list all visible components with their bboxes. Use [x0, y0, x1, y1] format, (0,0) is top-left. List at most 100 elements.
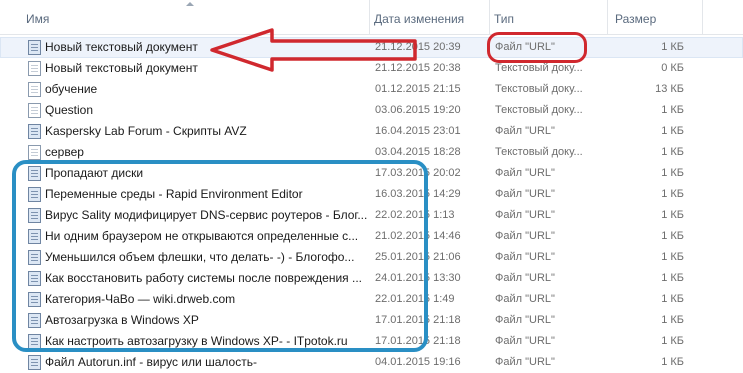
file-type: Файл "URL" [495, 251, 555, 263]
file-size: 13 КБ [655, 83, 684, 95]
url-file-icon [28, 355, 41, 370]
file-row[interactable]: Как восстановить работу системы после по… [0, 268, 743, 289]
file-size: 1 КБ [661, 188, 684, 200]
file-date: 24.01.2015 13:30 [375, 272, 461, 284]
file-row[interactable]: Пропадают диски 17.03.2015 20:02 Файл "URL… [0, 163, 743, 184]
url-file-icon [28, 271, 41, 286]
column-header-size[interactable]: Размер [611, 0, 701, 34]
file-row[interactable]: обучение 01.12.2015 21:15 Текстовый доку..… [0, 79, 743, 100]
column-header-name-label: Имя [26, 12, 50, 26]
column-divider[interactable] [702, 0, 703, 34]
file-date: 17.01.2015 21:18 [375, 335, 461, 347]
file-name: Пропадают диски [45, 166, 144, 180]
file-type: Файл "URL" [495, 41, 555, 53]
text-file-icon [28, 61, 41, 76]
file-type: Текстовый доку... [495, 62, 583, 74]
file-size: 1 КБ [661, 230, 684, 242]
file-size: 0 КБ [661, 62, 684, 74]
sort-ascending-icon [186, 2, 194, 6]
file-type: Файл "URL" [495, 314, 555, 326]
file-name: Как восстановить работу системы после по… [45, 271, 363, 285]
file-date: 22.01.2015 1:49 [375, 293, 455, 305]
text-file-icon [28, 145, 41, 160]
file-name: обучение [45, 82, 98, 96]
file-row[interactable]: Вирус Sality модифицирует DNS-сервис роу… [0, 205, 743, 226]
file-row[interactable]: Как настроить автозагрузку в Windows XP-… [0, 331, 743, 352]
file-date: 21.02.2015 14:46 [375, 230, 461, 242]
file-name: Kaspersky Lab Forum - Скрипты AVZ [45, 124, 247, 138]
file-name: Уменьшился объем флешки, что делать- -) … [45, 250, 355, 264]
file-name: Вирус Sality модифицирует DNS-сервис роу… [45, 208, 367, 222]
url-file-icon [28, 292, 41, 307]
file-name: Новый текстовый документ [45, 40, 198, 54]
url-file-icon [28, 187, 41, 202]
file-size: 1 КБ [661, 146, 684, 158]
file-date: 17.01.2015 21:18 [375, 314, 461, 326]
file-date: 21.12.2015 20:39 [375, 41, 461, 53]
file-type: Файл "URL" [495, 293, 555, 305]
column-header-bar: Имя Дата изменения Тип Размер [0, 0, 743, 35]
file-row[interactable]: Уменьшился объем флешки, что делать- -) … [0, 247, 743, 268]
file-row[interactable]: Новый текстовый документ 21.12.2015 20:38… [0, 58, 743, 79]
file-date: 21.12.2015 20:38 [375, 62, 461, 74]
file-name: Файл Autorun.inf - вирус или шалость- [45, 355, 257, 369]
file-size: 1 КБ [661, 356, 684, 368]
file-row[interactable]: Файл Autorun.inf - вирус или шалость- 04.… [0, 352, 743, 373]
file-type: Текстовый доку... [495, 83, 583, 95]
file-type: Файл "URL" [495, 272, 555, 284]
file-type: Файл "URL" [495, 125, 555, 137]
file-size: 1 КБ [661, 209, 684, 221]
file-row[interactable]: Ни одним браузером не открываются опреде… [0, 226, 743, 247]
file-size: 1 КБ [661, 251, 684, 263]
column-header-type[interactable]: Тип [490, 0, 606, 34]
column-header-name[interactable]: Имя [22, 0, 368, 34]
file-size: 1 КБ [661, 125, 684, 137]
file-type: Файл "URL" [495, 356, 555, 368]
file-date: 03.04.2015 18:28 [375, 146, 461, 158]
file-date: 22.02.2015 1:13 [375, 209, 455, 221]
file-row[interactable]: Переменные среды - Rapid Environment Edi… [0, 184, 743, 205]
url-file-icon [28, 334, 41, 349]
file-type: Файл "URL" [495, 188, 555, 200]
url-file-icon [28, 124, 41, 139]
file-row[interactable]: Kaspersky Lab Forum - Скрипты AVZ 16.04.2… [0, 121, 743, 142]
file-type: Файл "URL" [495, 230, 555, 242]
url-file-icon [28, 250, 41, 265]
file-size: 1 КБ [661, 272, 684, 284]
column-header-type-label: Тип [494, 12, 515, 26]
column-divider[interactable] [607, 0, 608, 34]
file-name: сервер [45, 145, 84, 159]
file-name: Категория-ЧаВо — wiki.drweb.com [45, 292, 236, 306]
column-header-size-label: Размер [615, 12, 657, 26]
file-size: 1 КБ [661, 167, 684, 179]
file-date: 03.06.2015 19:20 [375, 104, 461, 116]
column-header-date[interactable]: Дата изменения [370, 0, 488, 34]
file-name: Как настроить автозагрузку в Windows XP-… [45, 334, 348, 348]
file-row[interactable]: Новый текстовый документ 21.12.2015 20:39… [0, 37, 743, 58]
text-file-icon [28, 103, 41, 118]
file-row[interactable]: Автозагрузка в Windows XP 17.01.2015 21:1… [0, 310, 743, 331]
file-row[interactable]: Категория-ЧаВо — wiki.drweb.com 22.01.201… [0, 289, 743, 310]
file-date: 25.01.2015 21:06 [375, 251, 461, 263]
file-type: Текстовый доку... [495, 104, 583, 116]
file-row[interactable]: Question 03.06.2015 19:20 Текстовый доку..… [0, 100, 743, 121]
file-type: Файл "URL" [495, 209, 555, 221]
column-header-date-label: Дата изменения [374, 12, 465, 26]
file-list: Новый текстовый документ 21.12.2015 20:39… [0, 37, 743, 373]
file-name: Ни одним браузером не открываются опреде… [45, 229, 359, 243]
url-file-icon [28, 166, 41, 181]
file-size: 1 КБ [661, 314, 684, 326]
file-size: 1 КБ [661, 335, 684, 347]
file-size: 1 КБ [661, 104, 684, 116]
file-name: Переменные среды - Rapid Environment Edi… [45, 187, 303, 201]
file-size: 1 КБ [661, 41, 684, 53]
file-size: 1 КБ [661, 293, 684, 305]
file-row[interactable]: сервер 03.04.2015 18:28 Текстовый доку... 1… [0, 142, 743, 163]
file-date: 04.01.2015 19:16 [375, 356, 461, 368]
text-file-icon [28, 82, 41, 97]
file-date: 16.03.2015 14:29 [375, 188, 461, 200]
file-type: Файл "URL" [495, 167, 555, 179]
file-type: Файл "URL" [495, 335, 555, 347]
url-file-icon [28, 208, 41, 223]
file-name: Автозагрузка в Windows XP [45, 313, 199, 327]
